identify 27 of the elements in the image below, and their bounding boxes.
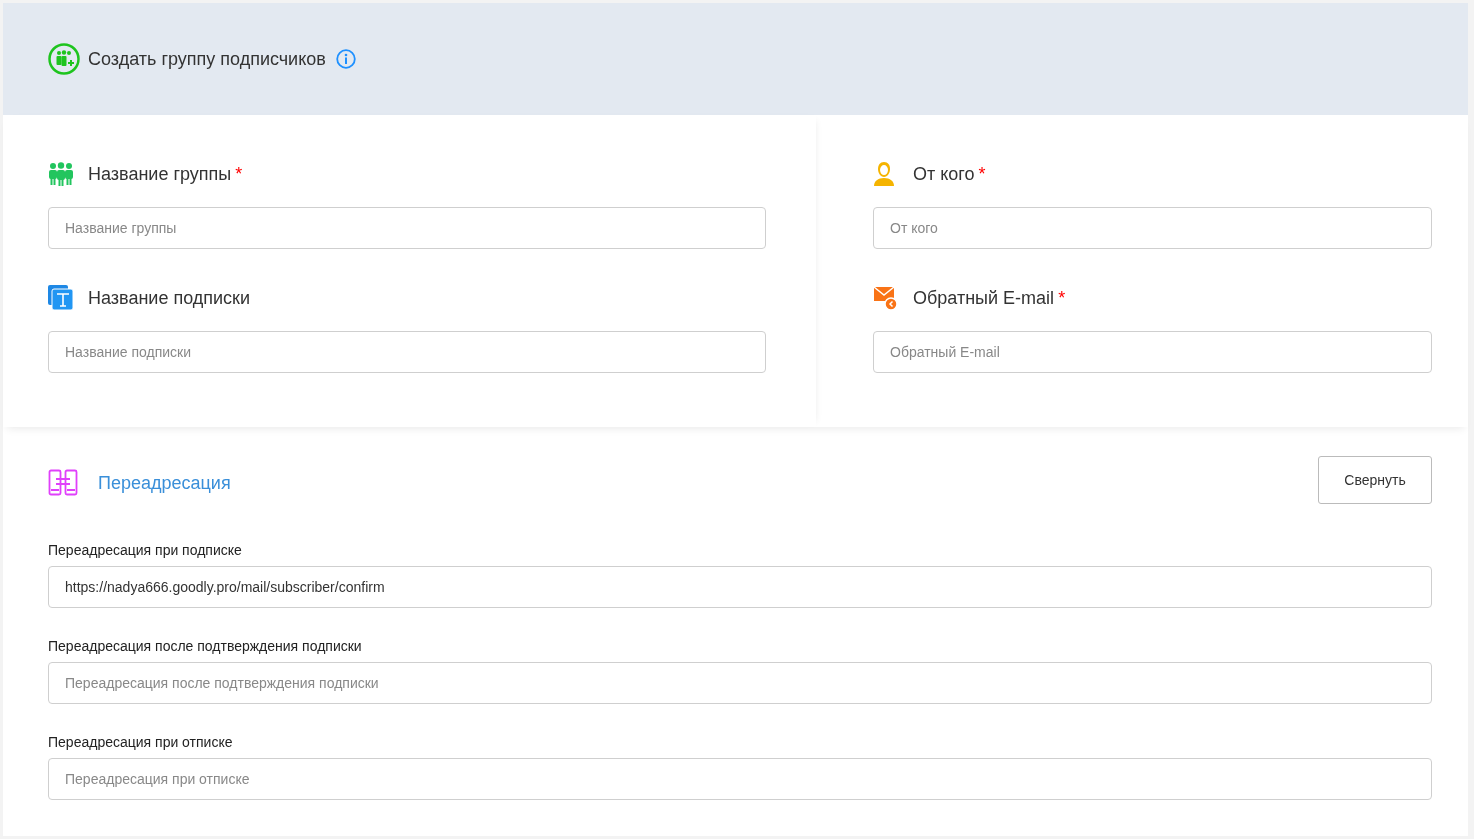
text-icon [48, 285, 74, 311]
field-label: Переадресация после подтверждения подписки [48, 637, 363, 656]
field-label: Название подписки [88, 286, 251, 310]
page-title: Создать группу подписчиков [88, 47, 326, 71]
required-asterisk: * [235, 162, 243, 186]
required-asterisk: * [978, 162, 986, 186]
text-field[interactable]: Название группы [48, 207, 766, 249]
people-icon [48, 162, 74, 186]
required-asterisk: * [1058, 286, 1066, 310]
field-label: Обратный E-mail [913, 286, 1055, 310]
phones-icon [48, 469, 78, 497]
collapse-button[interactable]: Свернуть [1318, 456, 1432, 504]
mail-icon [873, 285, 899, 311]
field-label: Переадресация при отписке [48, 733, 234, 752]
url-field[interactable]: Переадресация после подтверждения подписки [48, 662, 1432, 704]
text-field[interactable]: Название подписки [48, 331, 766, 373]
info-icon[interactable] [335, 49, 356, 69]
url-field[interactable]: Переадресация при отписке [48, 758, 1432, 800]
url-field[interactable]: https://nadya666.goodly.pro/mail/subscriber/confirm [48, 566, 1432, 608]
field-label: Переадресация при подписке [48, 541, 243, 560]
people-icon [48, 43, 80, 75]
section-title: Переадресация [98, 471, 231, 495]
text-field[interactable]: От кого [873, 207, 1432, 249]
field-label: От кого [913, 162, 975, 186]
text-field[interactable]: Обратный E-mail [873, 331, 1432, 373]
field-label: Название группы [88, 162, 232, 186]
person-icon [873, 161, 895, 187]
